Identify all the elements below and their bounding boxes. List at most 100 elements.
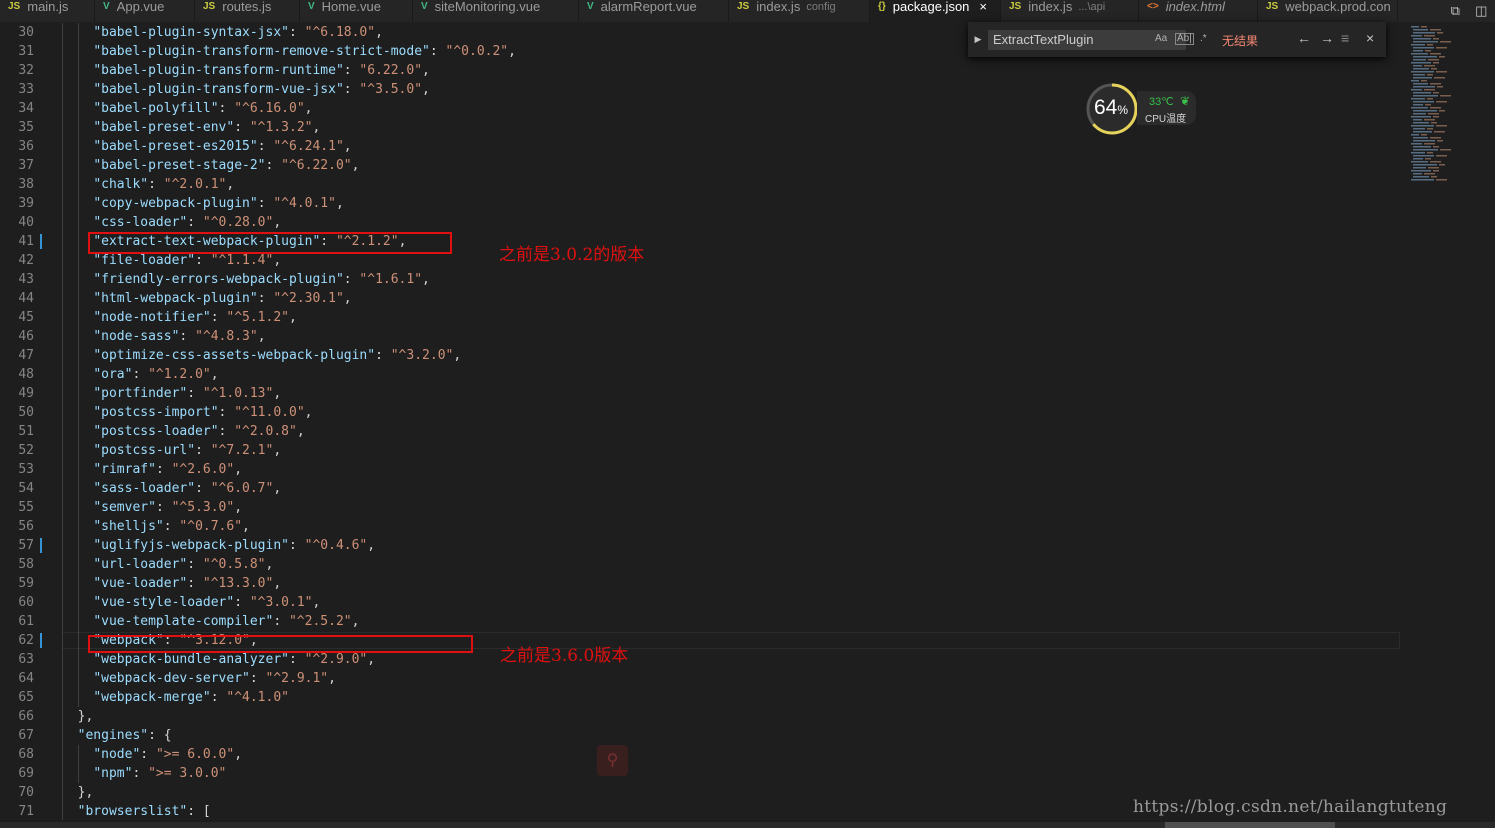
find-in-selection-icon[interactable]: ≡ <box>1341 30 1349 46</box>
code-line[interactable]: 59 "vue-loader": "^13.3.0", <box>0 574 1400 593</box>
code-line[interactable]: 48 "ora": "^1.2.0", <box>0 365 1400 384</box>
code-line[interactable]: 65 "webpack-merge": "^4.1.0" <box>0 688 1400 707</box>
minimap-line <box>1427 44 1433 46</box>
code-line[interactable]: 49 "portfinder": "^1.0.13", <box>0 384 1400 403</box>
punctuation: , <box>335 196 344 211</box>
code-line[interactable]: 46 "node-sass": "^4.8.3", <box>0 327 1400 346</box>
tab-home-vue[interactable]: V Home.vue <box>300 0 413 22</box>
toggle-layout-icon[interactable]: ◫ <box>1475 3 1487 19</box>
highlight-box-extract-text <box>88 232 452 254</box>
code-line[interactable]: 67 "engines": { <box>0 726 1400 745</box>
indent-guide <box>77 479 79 498</box>
minimap-line <box>1413 47 1434 49</box>
code-line[interactable]: 53 "rimraf": "^2.6.0", <box>0 460 1400 479</box>
indent-guide <box>62 688 63 707</box>
code-line[interactable]: 60 "vue-style-loader": "^3.0.1", <box>0 593 1400 612</box>
indent-guide <box>62 783 63 802</box>
minimap-line <box>1424 119 1435 121</box>
indent-guide <box>62 593 63 612</box>
code-line[interactable]: 47 "optimize-css-assets-webpack-plugin": … <box>0 346 1400 365</box>
colon: : <box>343 82 360 97</box>
file-type-icon: <> <box>1147 1 1159 12</box>
indent-guide <box>77 99 79 118</box>
code-text: "css-loader": "^0.28.0", <box>93 213 281 232</box>
code-line[interactable]: 68 "node": ">= 6.0.0", <box>0 745 1400 764</box>
code-line[interactable]: 51 "postcss-loader": "^2.0.8", <box>0 422 1400 441</box>
json-value: "^6.18.0" <box>304 25 376 40</box>
code-text: "html-webpack-plugin": "^2.30.1", <box>93 289 351 308</box>
code-line[interactable]: 61 "vue-template-compiler": "^2.5.2", <box>0 612 1400 631</box>
minimap-line <box>1413 110 1437 112</box>
match-case-icon[interactable]: Aa <box>1155 33 1167 44</box>
code-line[interactable]: 66}, <box>0 707 1400 726</box>
code-line[interactable]: 54 "sass-loader": "^6.0.7", <box>0 479 1400 498</box>
split-editor-icon[interactable]: ⧉ <box>1451 3 1460 19</box>
close-find-icon[interactable]: × <box>1366 30 1374 46</box>
match-whole-word-icon[interactable]: Ab| <box>1175 33 1194 45</box>
json-key: "vue-loader" <box>93 576 188 591</box>
next-match-icon[interactable]: → <box>1320 30 1334 46</box>
indent-guide <box>62 80 63 99</box>
code-line[interactable]: 45 "node-notifier": "^5.1.2", <box>0 308 1400 327</box>
code-line[interactable]: 69 "npm": ">= 3.0.0" <box>0 764 1400 783</box>
tab-routes-js[interactable]: JS routes.js <box>195 0 300 22</box>
tab-webpack-prod-con[interactable]: JS webpack.prod.con <box>1258 0 1398 22</box>
json-key: "portfinder" <box>93 386 188 401</box>
json-key: "webpack-bundle-analyzer" <box>93 652 289 667</box>
tab-app-vue[interactable]: V App.vue <box>95 0 195 22</box>
code-line[interactable]: 44 "html-webpack-plugin": "^2.30.1", <box>0 289 1400 308</box>
tab-alarmreport-vue[interactable]: ValarmReport.vue <box>579 0 729 22</box>
code-line[interactable]: 56 "shelljs": "^0.7.6", <box>0 517 1400 536</box>
code-line[interactable]: 39 "copy-webpack-plugin": "^4.0.1", <box>0 194 1400 213</box>
toggle-replace-icon[interactable]: ▶ <box>971 22 985 57</box>
floating-search-icon[interactable]: ⚲ <box>597 745 628 776</box>
code-line[interactable]: 32 "babel-plugin-transform-runtime": "6.2… <box>0 61 1400 80</box>
code-line[interactable]: 64 "webpack-dev-server": "^2.9.1", <box>0 669 1400 688</box>
horizontal-scrollbar[interactable] <box>0 822 1495 828</box>
tab-sitemonitoring-vue[interactable]: VsiteMonitoring.vue <box>413 0 579 22</box>
tab-label: index.html <box>1165 0 1225 14</box>
previous-match-icon[interactable]: ← <box>1297 30 1311 46</box>
code-line[interactable]: 55 "semver": "^5.3.0", <box>0 498 1400 517</box>
tab-index-html[interactable]: <> index.html <box>1139 0 1258 22</box>
indent-guide <box>77 346 79 365</box>
indent-guide <box>77 555 79 574</box>
tab-index-js[interactable]: JS index.js config <box>729 0 870 22</box>
json-key: "postcss-url" <box>93 443 196 458</box>
code-line[interactable]: 43 "friendly-errors-webpack-plugin": "^1.… <box>0 270 1400 289</box>
tab-main-js[interactable]: JS main.js <box>0 0 95 22</box>
indent-guide <box>77 498 79 517</box>
tab-index-js[interactable]: JS index.js ...\api <box>1001 0 1139 22</box>
json-value: "^6.24.1" <box>273 139 344 154</box>
code-line[interactable]: 57 "uglifyjs-webpack-plugin": "^0.4.6", <box>0 536 1400 555</box>
code-line[interactable]: 37 "babel-preset-stage-2": "^6.22.0", <box>0 156 1400 175</box>
colon: : <box>132 367 149 382</box>
minimap-line <box>1413 77 1432 79</box>
json-key: "chalk" <box>93 177 149 192</box>
json-key: "babel-polyfill" <box>93 101 219 116</box>
code-line[interactable]: 50 "postcss-import": "^11.0.0", <box>0 403 1400 422</box>
colon: : <box>257 139 274 154</box>
code-line[interactable]: 58 "url-loader": "^0.5.8", <box>0 555 1400 574</box>
scrollbar-thumb[interactable] <box>1165 822 1335 828</box>
tab-package-json[interactable]: {} package.json × <box>870 0 1001 22</box>
colon: : <box>155 500 172 515</box>
punctuation: , <box>422 63 430 78</box>
file-type-icon: JS <box>737 1 750 12</box>
code-line[interactable]: 36 "babel-preset-es2015": "^6.24.1", <box>0 137 1400 156</box>
close-tab-icon[interactable]: × <box>979 0 987 14</box>
code-line[interactable]: 40 "css-loader": "^0.28.0", <box>0 213 1400 232</box>
colon: : <box>187 804 196 819</box>
indent-guide <box>77 422 79 441</box>
regex-icon[interactable]: .* <box>1200 33 1207 44</box>
minimap-line <box>1413 29 1428 31</box>
code-line[interactable]: 52 "postcss-url": "^7.2.1", <box>0 441 1400 460</box>
code-editor[interactable]: 30 "babel-plugin-syntax-jsx": "^6.18.0", 3… <box>0 22 1400 820</box>
code-line[interactable]: 38 "chalk": "^2.0.1", <box>0 175 1400 194</box>
cpu-monitor-widget[interactable]: 64% 33℃ ❦ CPU温度 <box>1085 82 1200 136</box>
json-value: "^6.0.7" <box>210 481 274 496</box>
minimap-line <box>1413 140 1435 142</box>
minimap[interactable] <box>1400 22 1495 828</box>
tab-label: App.vue <box>116 0 165 14</box>
json-value: "^1.1.4" <box>210 253 274 268</box>
